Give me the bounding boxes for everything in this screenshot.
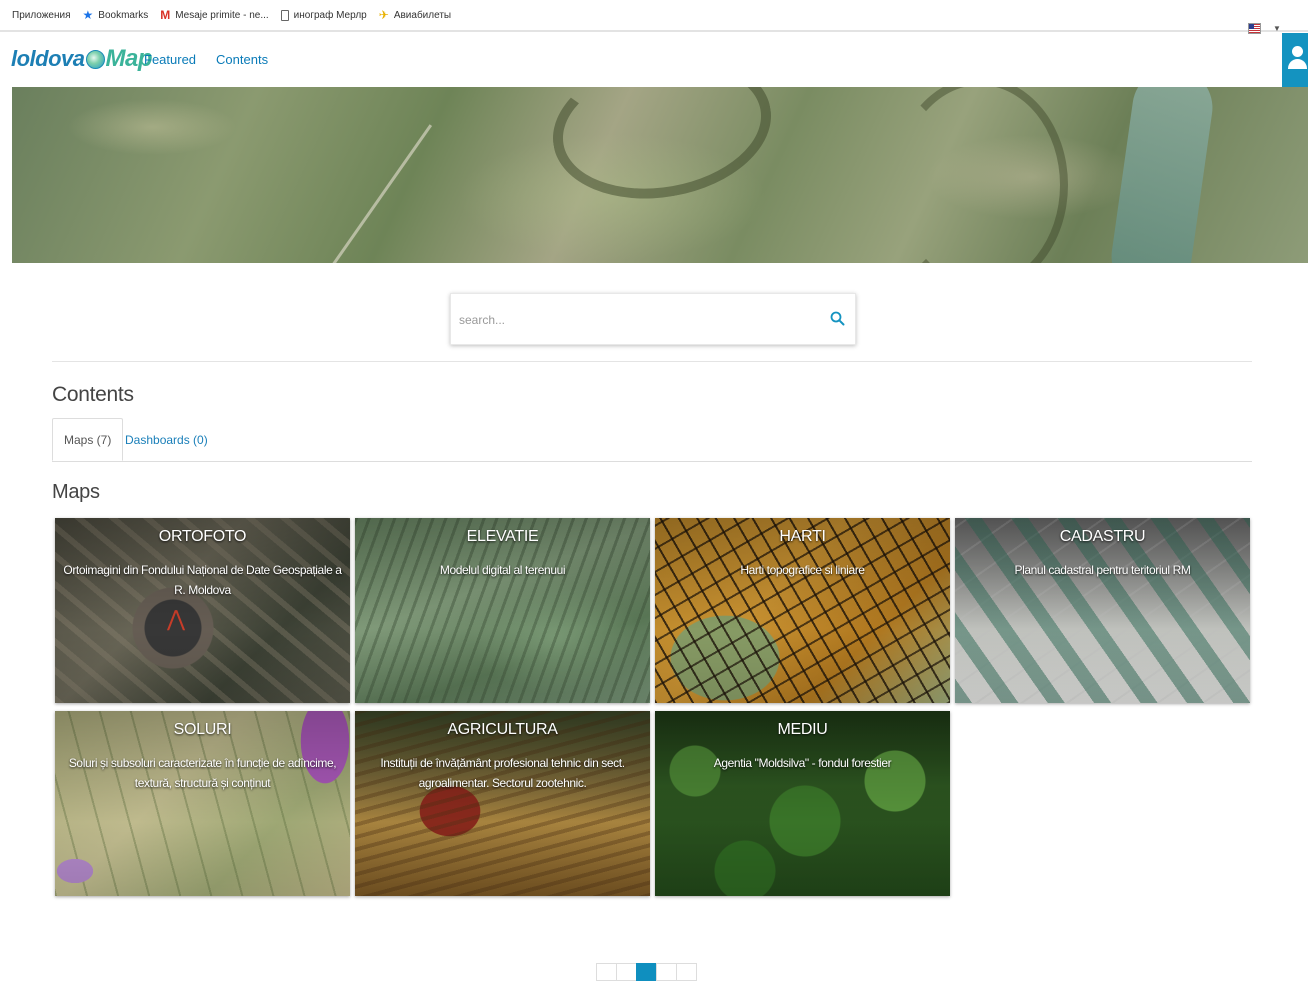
bookmark-gmail[interactable]: M Mesaje primite - ne... <box>160 9 268 21</box>
map-card-mediu[interactable]: MEDIU Agentia "Moldsilva" - fondul fores… <box>655 711 950 896</box>
card-description: Agentia "Moldsilva" - fondul forestier <box>713 756 892 770</box>
card-title: MEDIU <box>777 721 828 738</box>
search-input[interactable] <box>457 307 821 333</box>
content-tabs: Maps (7) Dashboards (0) <box>52 418 1252 462</box>
chevron-down-icon[interactable]: ▼ <box>1273 24 1281 33</box>
card-description: Instituții de învățământ profesional teh… <box>380 756 625 790</box>
pagination-page-active[interactable] <box>636 963 657 981</box>
card-title: AGRICULTURA <box>447 721 558 738</box>
tab-dashboards[interactable]: Dashboards (0) <box>114 418 219 461</box>
card-title: CADASTRU <box>1059 528 1146 545</box>
site-logo[interactable]: loldova Map <box>11 45 153 73</box>
bookmark-label: Mesaje primite - ne... <box>175 9 269 21</box>
star-icon: ★ <box>82 8 94 22</box>
hero-banner-image <box>12 87 1308 263</box>
user-button[interactable] <box>1282 33 1308 87</box>
search-box <box>450 293 856 345</box>
maps-heading: Maps <box>52 481 100 503</box>
card-description: Planul cadastral pentru teritoriul RM <box>1014 563 1191 577</box>
bookmark-label: инограф Мерлр <box>293 9 367 21</box>
plane-icon: ✈ <box>378 8 389 22</box>
bookmark-label: Авиабилеты <box>393 9 452 21</box>
card-description: Harti topografice si liniare <box>740 563 865 577</box>
bookmark-document[interactable]: инограф Мерлр <box>280 9 367 21</box>
map-card-cadastru[interactable]: CADASTRU Planul cadastral pentru teritor… <box>955 518 1250 703</box>
card-title: SOLURI <box>173 721 232 738</box>
us-flag-icon[interactable] <box>1248 23 1261 34</box>
card-description: Soluri și subsoluri caracterizate în fun… <box>68 756 337 790</box>
map-card-ortofoto[interactable]: ⋀ ORTOFOTO Ortoimagini din Fondului Nați… <box>55 518 350 703</box>
bookmark-label: Приложения <box>12 9 71 21</box>
user-icon <box>1292 46 1303 57</box>
map-card-harti[interactable]: HARTI Harti topografice si liniare <box>655 518 950 703</box>
pagination-page[interactable] <box>616 963 637 981</box>
divider <box>52 361 1252 362</box>
contents-heading: Contents <box>52 383 134 406</box>
bookmark-label: Bookmarks <box>98 9 149 21</box>
pagination-prev[interactable] <box>596 963 617 981</box>
map-card-elevatie[interactable]: ELEVATIE Modelul digital al terenuui <box>355 518 650 703</box>
map-card-agricultura[interactable]: AGRICULTURA Instituții de învățământ pro… <box>355 711 650 896</box>
gmail-icon: M <box>160 8 171 22</box>
tab-maps[interactable]: Maps (7) <box>52 418 124 461</box>
nav-link-featured[interactable]: Featured <box>144 52 196 67</box>
bookmarks-bar: Приложения ★ Bookmarks M Mesaje primite … <box>0 0 1308 32</box>
bookmark-apps[interactable]: Приложения <box>12 10 71 21</box>
logo-text: loldova <box>11 46 85 71</box>
card-title: ELEVATIE <box>466 528 539 545</box>
card-description: Ortoimagini din Fondului Național de Dat… <box>63 563 342 597</box>
map-card-soluri[interactable]: SOLURI Soluri și subsoluri caracterizate… <box>55 711 350 896</box>
document-icon <box>280 9 289 21</box>
pagination-page[interactable] <box>656 963 677 981</box>
card-title: ORTOFOTO <box>158 528 247 545</box>
bookmark-avia[interactable]: ✈ Авиабилеты <box>379 9 451 21</box>
pagination-next[interactable] <box>676 963 697 981</box>
bookmark-bookmarks[interactable]: ★ Bookmarks <box>83 9 149 21</box>
nav-links: Featured Contents <box>144 52 268 67</box>
top-navbar: loldova Map Featured Contents <box>0 33 1308 87</box>
nav-link-contents[interactable]: Contents <box>216 52 268 67</box>
card-title: HARTI <box>779 528 826 545</box>
globe-icon <box>85 49 105 69</box>
pagination <box>596 963 697 981</box>
search-icon[interactable] <box>829 310 847 328</box>
card-description: Modelul digital al terenuui <box>439 563 566 577</box>
